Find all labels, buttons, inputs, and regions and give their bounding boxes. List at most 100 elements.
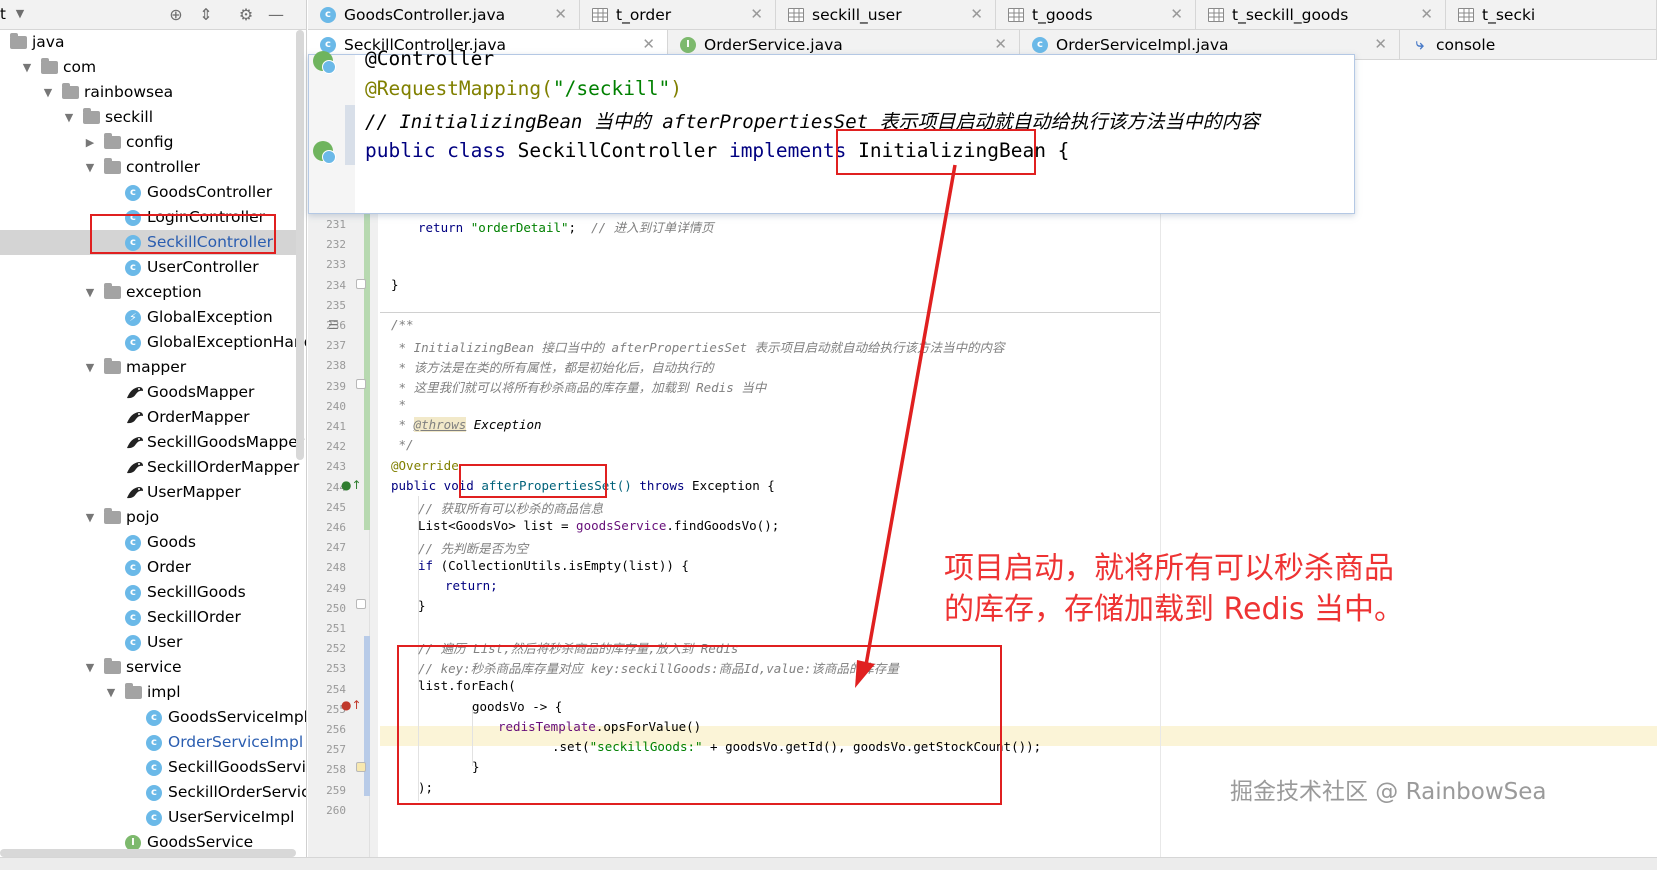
minimize-icon[interactable]: — (266, 5, 286, 25)
tree-node-seckillgoodsmapper[interactable]: SeckillGoodsMapper (0, 430, 304, 455)
tree-node-mapper[interactable]: ▼ mapper (0, 355, 300, 380)
fold-marker-icon[interactable] (356, 599, 366, 609)
line-number: 240 (326, 399, 346, 413)
chevron-down-icon[interactable]: ▼ (63, 105, 75, 130)
tree-node-label: SeckillOrderService (168, 783, 307, 801)
tree-node-seckillorder[interactable]: c SeckillOrder (0, 605, 300, 630)
class-icon: c (146, 760, 162, 776)
tree-node-globalexception[interactable]: ⚡ GlobalException (0, 305, 300, 330)
method-separator (380, 312, 1160, 313)
tree-node-controller[interactable]: ▼ controller (0, 155, 300, 180)
line-number: 231 (326, 218, 346, 231)
tree-node-goods[interactable]: c Goods (0, 530, 300, 555)
tree-node-com[interactable]: ▼ com (0, 55, 300, 80)
chevron-down-icon[interactable]: ▼ (105, 680, 117, 705)
override-gutter-icon[interactable]: ●↑ (341, 478, 362, 492)
code-line-247: // 先判断是否为空 (418, 541, 529, 556)
chevron-down-icon[interactable]: ▼ (84, 280, 96, 305)
tree-node-pojo[interactable]: ▼ pojo (0, 505, 300, 530)
project-panel-header: t ▼ ⊕ ⇕ ⚙ — (0, 0, 306, 30)
chevron-down-icon[interactable]: ▼ (21, 55, 33, 80)
code-line-242: */ (391, 437, 414, 452)
tree-node-rainbowsea[interactable]: ▼ rainbowsea (0, 80, 300, 105)
gear-icon[interactable]: ⚙ (236, 5, 256, 25)
fold-marker-icon[interactable] (356, 762, 366, 772)
tree-node-goodsmapper[interactable]: GoodsMapper (0, 380, 300, 405)
implement-gutter-icon[interactable]: ●↑ (341, 698, 362, 712)
chevron-down-icon[interactable]: ▼ (84, 655, 96, 680)
tree-node-usermapper[interactable]: UserMapper (0, 480, 300, 505)
collapse-all-icon[interactable]: ⇕ (196, 5, 216, 25)
close-icon[interactable]: ✕ (970, 0, 983, 28)
tree-node-orderserviceimpl[interactable]: c OrderServiceImpl (0, 730, 303, 755)
tree-node-ordermapper[interactable]: OrderMapper (0, 405, 300, 430)
chevron-right-icon[interactable]: ▶ (84, 130, 96, 155)
spring-bean-icon[interactable] (313, 51, 336, 74)
vcs-change-mark (364, 636, 370, 796)
tree-node-label: Order (147, 558, 192, 576)
tab-t-seckill-goods[interactable]: t_seckill_goods ✕ (1196, 0, 1446, 30)
line-number: 256 (326, 723, 346, 736)
tree-node-seckillgoods[interactable]: c SeckillGoods (0, 580, 300, 605)
dropdown-arrow-icon[interactable]: ▼ (10, 4, 30, 24)
tab-label: t_goods (1032, 6, 1093, 24)
tree-node-service[interactable]: ▼ service (0, 655, 300, 680)
close-icon[interactable]: ✕ (554, 0, 567, 28)
class-icon: c (125, 635, 141, 651)
tab-t-goods[interactable]: t_goods ✕ (996, 0, 1196, 30)
tree-node-userserviceimpl[interactable]: c UserServiceImpl (0, 805, 300, 830)
line-number: 252 (326, 642, 346, 656)
close-icon[interactable]: ✕ (1420, 0, 1433, 28)
tree-node-goodscontroller[interactable]: c GoodsController (0, 180, 300, 205)
tree-node-globalexceptionhandl[interactable]: c GlobalExceptionHandl (0, 330, 306, 355)
project-tree-scrollbar[interactable] (296, 30, 304, 460)
tab-t-secki[interactable]: t_secki (1446, 0, 1657, 30)
tree-node-seckillgoodsservic[interactable]: c SeckillGoodsServic (0, 755, 306, 780)
table-icon (592, 8, 608, 22)
table-icon (788, 8, 804, 22)
tree-node-seckillorderservice[interactable]: c SeckillOrderService (0, 780, 306, 805)
tab-label: console (1436, 36, 1496, 54)
project-panel-title[interactable]: t (0, 5, 6, 23)
tree-node-java[interactable]: java (0, 30, 300, 55)
tree-node-impl[interactable]: ▼ impl (0, 680, 300, 705)
tree-node-usercontroller[interactable]: c UserController (0, 255, 300, 280)
line-number: 251 (326, 622, 346, 635)
code-line-237: * InitializingBean 接口当中的 afterProperties… (391, 340, 1005, 355)
tree-node-label: controller (126, 158, 200, 176)
mybatis-mapper-icon (125, 384, 145, 402)
line-number: 247 (326, 541, 346, 555)
line-number: 232 (326, 238, 346, 252)
fold-marker-icon[interactable] (356, 379, 366, 389)
tree-node-goodsserviceimpl[interactable]: c GoodsServiceImpl (0, 705, 306, 730)
tab-seckill-user[interactable]: seckill_user ✕ (776, 0, 996, 30)
tree-node-exception[interactable]: ▼ exception (0, 280, 300, 305)
chevron-down-icon[interactable]: ▼ (42, 80, 54, 105)
tree-node-seckillordermapper[interactable]: SeckillOrderMapper (0, 455, 300, 480)
code-line-250: } (418, 598, 426, 613)
tree-node-label: Goods (147, 533, 196, 551)
tree-node-config[interactable]: ▶ config (0, 130, 300, 155)
chevron-down-icon[interactable]: ▼ (84, 355, 96, 380)
project-tree-horizontal-scrollbar[interactable] (0, 849, 296, 857)
fold-marker-icon[interactable] (356, 279, 366, 289)
tree-node-seckill[interactable]: ▼ seckill (0, 105, 300, 130)
tab-goodscontroller-java[interactable]: c GoodsController.java ✕ (308, 0, 580, 30)
code-line-236: /** (391, 317, 414, 332)
tree-node-user[interactable]: c User (0, 630, 300, 655)
chevron-down-icon[interactable]: ▼ (84, 155, 96, 180)
locate-target-icon[interactable]: ⊕ (166, 5, 186, 25)
close-icon[interactable]: ✕ (1170, 0, 1183, 28)
tree-node-label: SeckillGoodsMapper (147, 433, 305, 451)
close-icon[interactable]: ✕ (750, 0, 763, 28)
tab-t-order[interactable]: t_order ✕ (580, 0, 776, 30)
tree-node-label: service (126, 658, 182, 676)
popup-line-controller: @Controller (365, 47, 495, 70)
close-icon[interactable]: ✕ (1374, 30, 1387, 58)
chevron-down-icon[interactable]: ▼ (84, 505, 96, 530)
tab-console[interactable]: ⤷ console (1400, 30, 1657, 60)
highlight-box-after-properties-set (459, 464, 607, 498)
line-number: 260 (326, 803, 346, 817)
spring-bean-class-icon[interactable] (313, 141, 336, 164)
tree-node-order[interactable]: c Order (0, 555, 300, 580)
